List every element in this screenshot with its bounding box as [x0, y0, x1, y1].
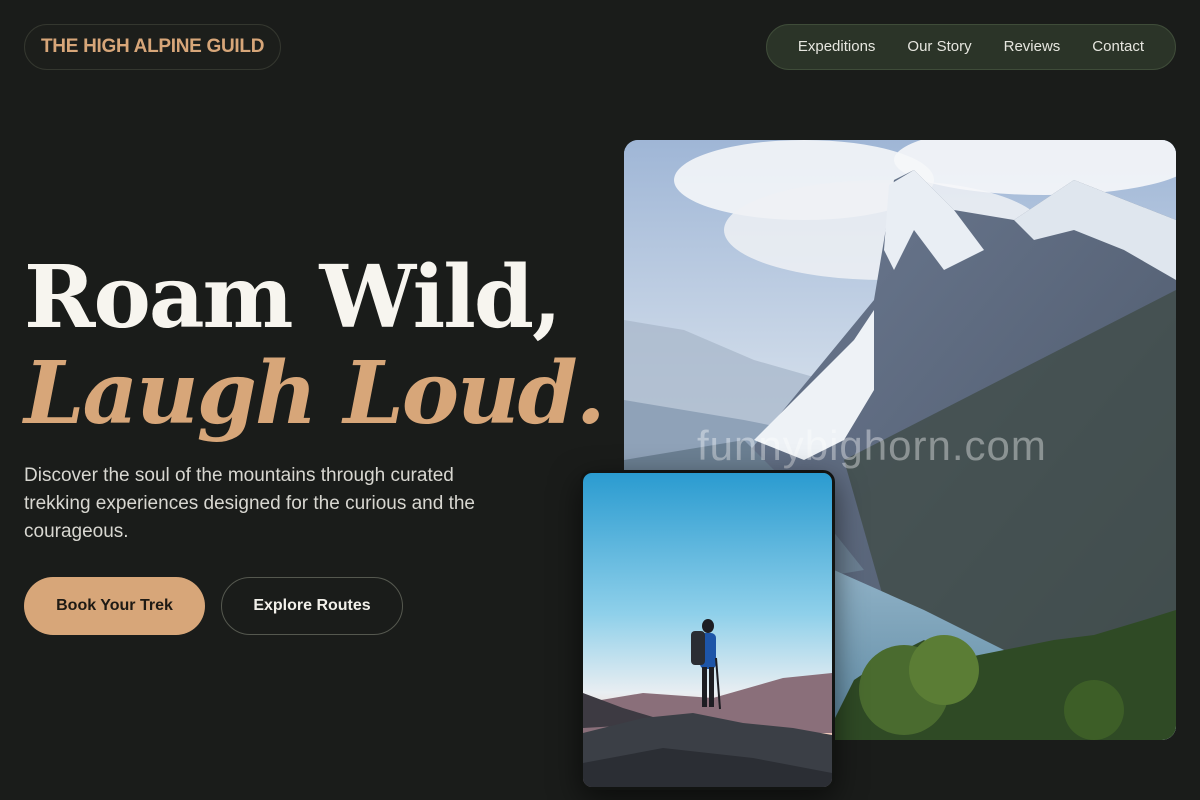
brand-logo[interactable]: THE HIGH ALPINE GUILD: [24, 24, 282, 70]
hiker-at-sunset-photo: [580, 470, 835, 790]
nav-contact[interactable]: Contact: [1076, 25, 1160, 69]
hero-title-line-2: Laugh Loud.: [24, 343, 606, 444]
watermark-text: funnybighorn.com: [697, 422, 1047, 469]
nav-reviews[interactable]: Reviews: [988, 25, 1077, 69]
explore-routes-button[interactable]: Explore Routes: [221, 577, 403, 635]
main-nav: Expeditions Our Story Reviews Contact: [765, 24, 1176, 70]
nav-our-story[interactable]: Our Story: [891, 25, 987, 69]
hero-description: Discover the soul of the mountains throu…: [24, 465, 475, 542]
hero-title: Roam Wild, Laugh Loud.: [24, 247, 606, 444]
book-trek-button[interactable]: Book Your Trek: [24, 577, 205, 635]
hero-title-line-1: Roam Wild,: [24, 247, 562, 348]
nav-expeditions[interactable]: Expeditions: [782, 25, 892, 69]
